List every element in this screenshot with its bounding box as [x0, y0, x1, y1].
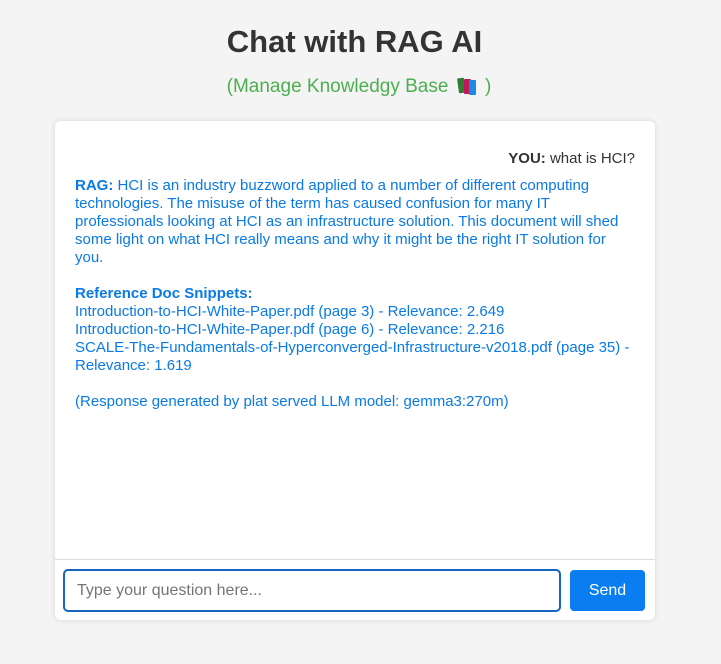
user-speaker-label: YOU: — [508, 150, 546, 167]
reference-snippets: Reference Doc Snippets: Introduction-to-… — [75, 285, 635, 375]
kb-link-close: ) — [485, 76, 492, 97]
kb-link-label: (Manage Knowledgy Base — [226, 76, 449, 97]
manage-knowledge-base-link[interactable]: (Manage Knowledgy Base ) — [0, 76, 718, 98]
question-input[interactable] — [63, 569, 561, 612]
rag-answer: RAG: HCI is an industry buzzword applied… — [75, 177, 635, 267]
user-message: YOU: what is HCI? — [75, 150, 635, 168]
rag-message: RAG: HCI is an industry buzzword applied… — [75, 177, 635, 411]
input-bar: Send — [55, 559, 655, 620]
reference-item: Introduction-to-HCI-White-Paper.pdf (pag… — [75, 321, 505, 338]
send-button[interactable]: Send — [570, 570, 645, 611]
model-footer: (Response generated by plat served LLM m… — [75, 393, 509, 410]
reference-snippets-title: Reference Doc Snippets: — [75, 285, 253, 302]
books-icon — [456, 77, 477, 95]
rag-speaker-label: RAG: — [75, 177, 114, 194]
reference-item: SCALE-The-Fundamentals-of-Hyperconverged… — [75, 339, 630, 374]
chat-container: YOU: what is HCI? RAG: HCI is an industr… — [55, 121, 655, 620]
chat-page: Chat with RAG AI (Manage Knowledgy Base … — [0, 0, 721, 664]
message-list: YOU: what is HCI? RAG: HCI is an industr… — [55, 121, 655, 559]
user-message-text: what is HCI? — [549, 150, 635, 167]
page-title: Chat with RAG AI — [226, 24, 483, 59]
rag-answer-text: HCI is an industry buzzword applied to a… — [75, 177, 619, 266]
reference-item: Introduction-to-HCI-White-Paper.pdf (pag… — [75, 303, 505, 320]
